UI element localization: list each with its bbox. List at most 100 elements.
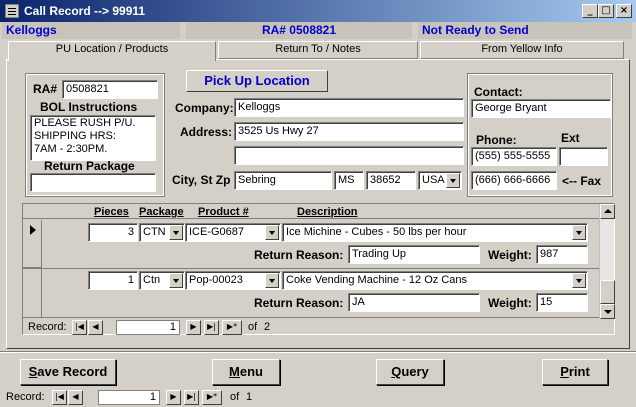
fax-field[interactable]: (666) 666-6666 bbox=[471, 171, 557, 190]
ext-field[interactable] bbox=[559, 147, 608, 166]
send-status: Not Ready to Send bbox=[418, 22, 632, 39]
phone-label: Phone: bbox=[476, 133, 517, 147]
product-select[interactable]: Pop-00023 bbox=[185, 271, 281, 290]
chevron-down-icon[interactable] bbox=[265, 225, 279, 240]
chevron-down-icon[interactable] bbox=[572, 273, 586, 288]
first-record-button[interactable]: |◀ bbox=[52, 390, 67, 405]
chevron-down-icon[interactable] bbox=[265, 273, 279, 288]
product-header: Product # bbox=[198, 206, 249, 218]
new-record-button[interactable]: ▶* bbox=[202, 390, 222, 405]
description-select[interactable]: Coke Vending Machine - 12 Oz Cans bbox=[282, 271, 588, 290]
pick-up-location-button[interactable]: Pick Up Location bbox=[186, 70, 328, 92]
package-select[interactable]: CTN bbox=[139, 223, 185, 242]
new-record-button[interactable]: ▶* bbox=[222, 320, 242, 335]
chevron-down-icon[interactable] bbox=[572, 225, 586, 240]
company-field[interactable]: Kelloggs bbox=[234, 98, 464, 117]
zip-field[interactable]: 38652 bbox=[366, 171, 416, 190]
return-package-label: Return Package bbox=[44, 159, 135, 173]
menu-button[interactable]: Menu bbox=[212, 359, 280, 385]
package-header: Package bbox=[139, 206, 184, 218]
contact-field[interactable]: George Bryant bbox=[471, 99, 611, 118]
prev-record-button[interactable]: ◀ bbox=[68, 390, 83, 405]
first-record-button[interactable]: |◀ bbox=[72, 320, 87, 335]
chevron-down-icon[interactable] bbox=[446, 173, 460, 188]
package-select[interactable]: Ctn bbox=[139, 271, 185, 290]
of-label: of bbox=[230, 391, 240, 403]
weight-field[interactable]: 15 bbox=[536, 293, 588, 312]
ra-field[interactable]: 0508821 bbox=[62, 80, 158, 99]
tab-return-to-notes[interactable]: Return To / Notes bbox=[218, 41, 418, 59]
ra-label: RA# bbox=[33, 82, 58, 96]
query-button[interactable]: Query bbox=[376, 359, 444, 385]
return-reason-label: Return Reason: bbox=[254, 248, 344, 262]
tab-pu-location-products[interactable]: PU Location / Products bbox=[8, 41, 216, 61]
record-total: 1 bbox=[246, 391, 253, 403]
pieces-field[interactable]: 1 bbox=[88, 271, 138, 290]
record-selector[interactable] bbox=[23, 269, 42, 317]
weight-field[interactable]: 987 bbox=[536, 245, 588, 264]
return-reason-field[interactable]: JA bbox=[348, 293, 480, 312]
product-value: Pop-00023 bbox=[189, 274, 243, 286]
pieces-field[interactable]: 3 bbox=[88, 223, 138, 242]
record-label: Record: bbox=[28, 321, 67, 333]
address-line1-field[interactable]: 3525 Us Hwy 27 bbox=[234, 122, 464, 141]
contact-label: Contact: bbox=[474, 85, 523, 99]
maximize-button[interactable]: □ bbox=[598, 4, 614, 18]
subform-scrollbar[interactable] bbox=[599, 204, 615, 319]
chevron-down-icon[interactable] bbox=[169, 225, 183, 240]
address-label: Address: bbox=[180, 125, 233, 139]
description-value: Ice Michine - Cubes - 50 lbs per hour bbox=[286, 226, 467, 238]
record-label: Record: bbox=[6, 391, 45, 403]
scroll-thumb[interactable] bbox=[600, 280, 615, 304]
description-value: Coke Vending Machine - 12 Oz Cans bbox=[286, 274, 467, 286]
weight-label: Weight: bbox=[488, 248, 532, 262]
prev-record-button[interactable]: ◀ bbox=[88, 320, 103, 335]
fax-label: <-- Fax bbox=[562, 174, 602, 188]
country-value: USA bbox=[422, 174, 445, 186]
record-selector[interactable] bbox=[23, 220, 42, 268]
chevron-down-icon[interactable] bbox=[169, 273, 183, 288]
package-value: Ctn bbox=[143, 274, 161, 286]
form-icon[interactable] bbox=[5, 4, 19, 18]
record-number-field[interactable]: 1 bbox=[98, 390, 160, 405]
row-divider bbox=[23, 268, 599, 269]
title-bar: Call Record --> 99911 _ □ × bbox=[0, 0, 636, 22]
record-total: 2 bbox=[264, 321, 271, 333]
return-package-field[interactable] bbox=[30, 173, 156, 192]
phone-field[interactable]: (555) 555-5555 bbox=[471, 147, 557, 166]
scroll-up-button[interactable] bbox=[600, 204, 615, 219]
city-st-zip-label: City, St Zp bbox=[172, 173, 231, 187]
company-label: Company: bbox=[175, 101, 234, 115]
bol-instructions-label: BOL Instructions bbox=[40, 100, 138, 114]
country-select[interactable]: USA bbox=[418, 171, 462, 190]
window-title: Call Record --> 99911 bbox=[24, 4, 146, 18]
bol-instructions-field[interactable]: PLEASE RUSH P/U. SHIPPING HRS: 7AM - 2:3… bbox=[30, 115, 156, 161]
minimize-button[interactable]: _ bbox=[582, 4, 598, 18]
next-record-button[interactable]: ▶ bbox=[186, 320, 201, 335]
product-select[interactable]: ICE-G0687 bbox=[185, 223, 281, 242]
pieces-header: Pieces bbox=[94, 206, 129, 218]
state-field[interactable]: MS bbox=[334, 171, 364, 190]
last-record-button[interactable]: ▶| bbox=[184, 390, 199, 405]
tab-from-yellow-info[interactable]: From Yellow Info bbox=[420, 41, 624, 59]
print-button[interactable]: Print bbox=[542, 359, 608, 385]
product-value: ICE-G0687 bbox=[189, 226, 245, 238]
of-label: of bbox=[248, 321, 258, 333]
city-field[interactable]: Sebring bbox=[234, 171, 332, 190]
ext-label: Ext bbox=[561, 131, 580, 145]
description-select[interactable]: Ice Michine - Cubes - 50 lbs per hour bbox=[282, 223, 588, 242]
form-record-navigator: Record: |◀ ◀ 1 ▶ ▶| ▶* of 1 bbox=[0, 390, 300, 406]
last-record-button[interactable]: ▶| bbox=[204, 320, 219, 335]
subform-record-navigator: Record: |◀ ◀ 1 ▶ ▶| ▶* of 2 bbox=[24, 320, 324, 336]
scroll-down-button[interactable] bbox=[600, 304, 615, 319]
address-line2-field[interactable] bbox=[234, 146, 464, 165]
return-reason-field[interactable]: Trading Up bbox=[348, 245, 480, 264]
save-record-button[interactable]: Save Record bbox=[20, 359, 116, 385]
next-record-button[interactable]: ▶ bbox=[166, 390, 181, 405]
record-number-field[interactable]: 1 bbox=[116, 320, 180, 335]
package-value: CTN bbox=[143, 226, 166, 238]
row-pointer-icon bbox=[30, 225, 36, 235]
customer-name: Kelloggs bbox=[2, 22, 180, 39]
close-button[interactable]: × bbox=[616, 4, 632, 18]
ra-number-display: RA# 0508821 bbox=[186, 22, 412, 39]
